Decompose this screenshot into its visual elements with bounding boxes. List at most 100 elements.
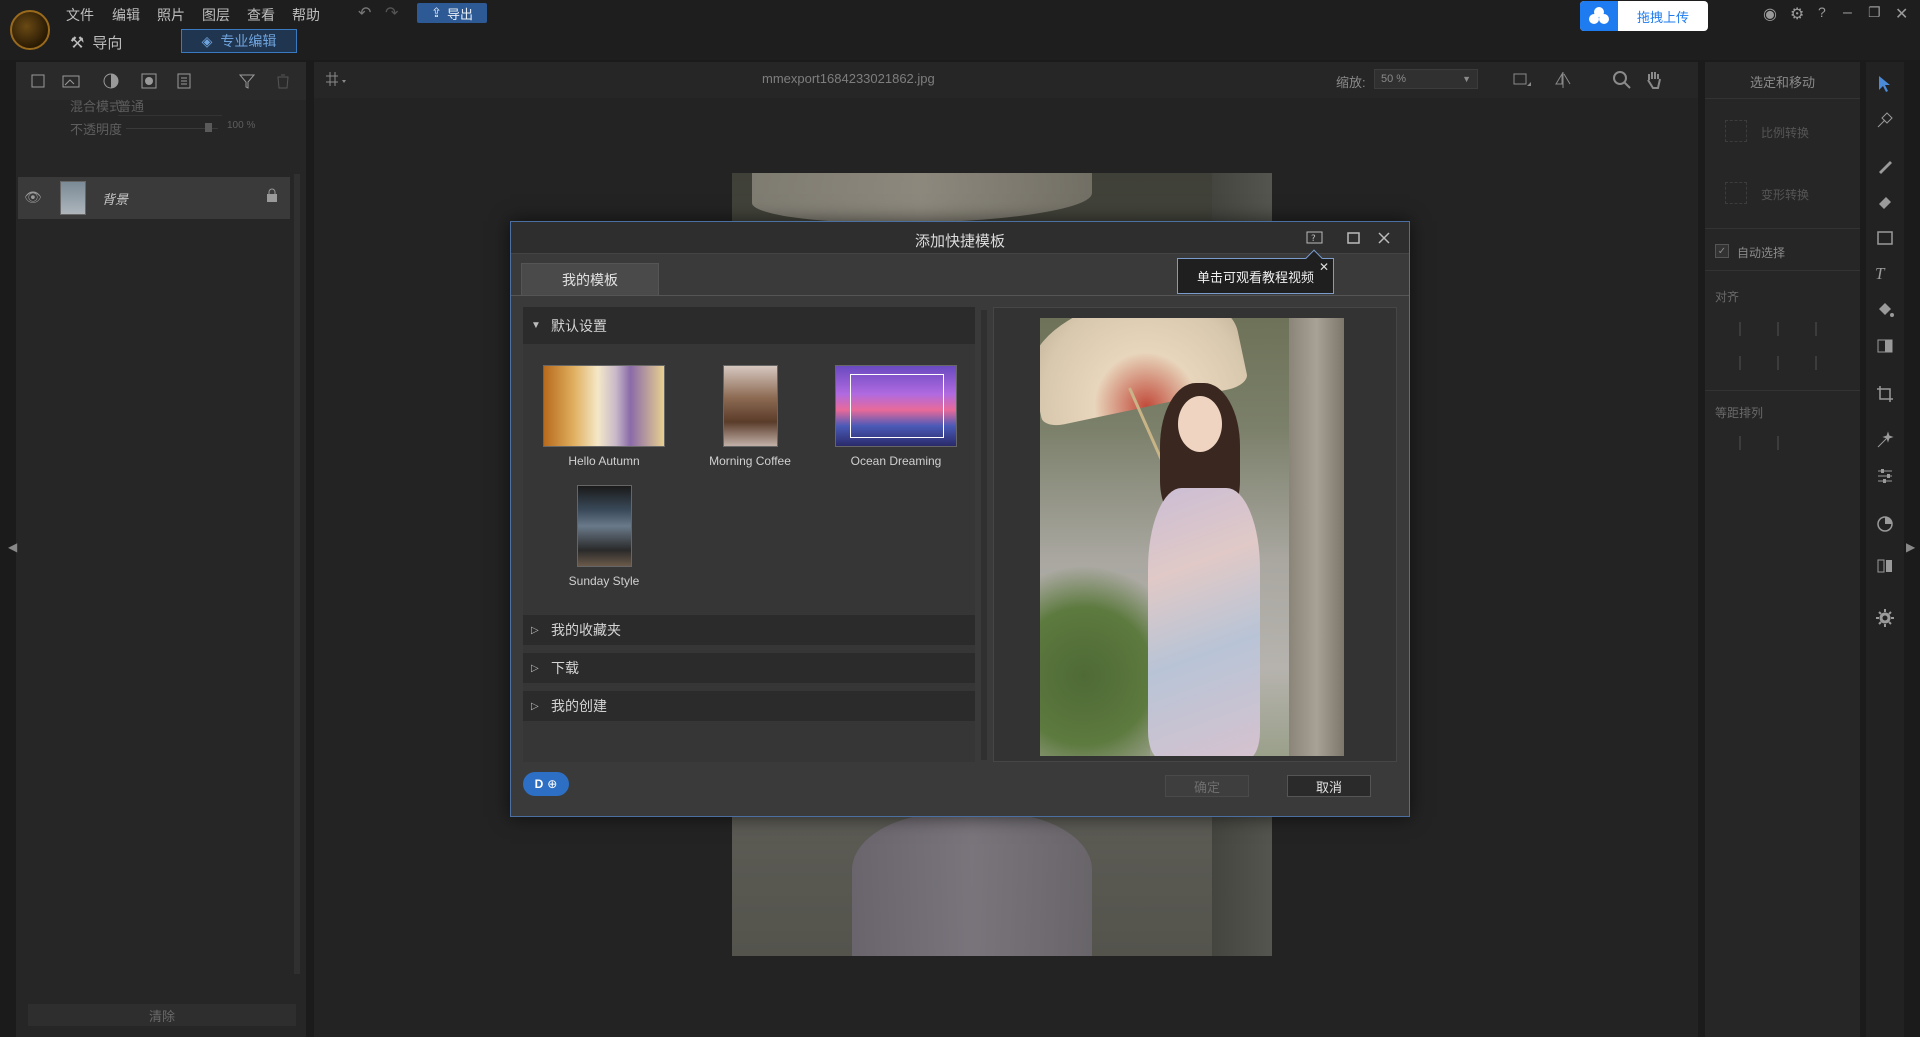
undo-icon[interactable]: ↶ <box>358 3 371 23</box>
grid-icon[interactable] <box>322 68 346 92</box>
align-middle-icon[interactable] <box>1777 356 1793 370</box>
align-right-icon[interactable] <box>1815 322 1831 336</box>
auto-select-label: 自动选择 <box>1737 246 1786 260</box>
image-layer-icon[interactable] <box>62 72 80 90</box>
lock-icon[interactable] <box>266 188 278 202</box>
close-icon[interactable] <box>1375 229 1393 247</box>
eraser-icon[interactable] <box>1875 192 1895 212</box>
fill-bucket-icon[interactable] <box>1875 300 1895 320</box>
tab-my-templates[interactable]: 我的模板 <box>521 263 659 295</box>
adjustment-layer-icon[interactable] <box>102 72 120 90</box>
rectangle-icon[interactable] <box>1875 228 1895 248</box>
panel-title: 选定和移动 <box>1749 75 1815 90</box>
collapse-right-icon[interactable]: ▶ <box>1906 540 1915 554</box>
clear-button[interactable]: 清除 <box>28 1004 296 1026</box>
minimize-icon[interactable]: – <box>1843 4 1852 22</box>
tutorial-video-icon[interactable]: ? <box>1306 229 1324 247</box>
preview-image <box>1040 318 1344 756</box>
tooltip-close-icon[interactable]: ✕ <box>1319 260 1329 274</box>
section-downloads[interactable]: ▷ 下载 <box>523 653 975 683</box>
top-bar: 文件 编辑 照片 图层 查看 帮助 ↶ ↷ ⇪ 导出 ⚒ 导向 ◈ 专业编辑 拖… <box>0 0 1920 60</box>
redo-icon[interactable]: ↷ <box>385 3 398 23</box>
export-button[interactable]: ⇪ 导出 <box>417 3 487 23</box>
restore-icon[interactable]: ❐ <box>1868 4 1881 21</box>
mode-pro-button[interactable]: ◈ 专业编辑 <box>181 29 297 53</box>
eye-icon[interactable]: 👁 <box>24 189 42 206</box>
warp-transform-button[interactable]: 变形转换 <box>1761 186 1809 203</box>
section-default[interactable]: ▼ 默认设置 <box>523 307 975 344</box>
flip-icon[interactable] <box>1552 68 1576 92</box>
help-icon[interactable]: ? <box>1818 4 1826 20</box>
filter-icon[interactable] <box>238 72 256 90</box>
file-name: mmexport1684233021862.jpg <box>762 71 935 86</box>
section-created[interactable]: ▷ 我的创建 <box>523 691 975 721</box>
tutorial-tooltip[interactable]: 单击可观看教程视频 ✕ <box>1177 249 1334 294</box>
text-tool-icon[interactable]: T <box>1875 264 1895 284</box>
hand-tool-icon[interactable] <box>1642 68 1666 92</box>
crop-icon[interactable] <box>1875 384 1895 404</box>
chevron-down-icon: ▼ <box>1462 74 1471 84</box>
blend-mode-select[interactable]: 普通 <box>118 96 222 116</box>
drag-upload-button[interactable]: 拖拽上传 <box>1580 1 1708 31</box>
menu-layer[interactable]: 图层 <box>202 5 230 25</box>
scale-transform-button[interactable]: 比例转换 <box>1761 124 1809 141</box>
opacity-label: 不透明度 <box>70 122 123 137</box>
distribute-vertical-icon[interactable] <box>1777 436 1793 450</box>
template-label: Hello Autumn <box>568 454 640 468</box>
zoom-tool-icon[interactable] <box>1610 68 1634 92</box>
distribute-horizontal-icon[interactable] <box>1739 436 1755 450</box>
ok-button[interactable]: 确定 <box>1165 775 1249 797</box>
menu-file[interactable]: 文件 <box>66 5 94 25</box>
rotate-icon[interactable] <box>1510 68 1534 92</box>
mirror-icon[interactable] <box>1875 556 1895 576</box>
tool-settings-icon[interactable] <box>1875 608 1895 628</box>
gradient-icon[interactable] <box>1875 336 1895 356</box>
close-app-icon[interactable]: ✕ <box>1895 4 1908 24</box>
align-center-icon[interactable] <box>1777 322 1793 336</box>
template-list: ▼ 默认设置 Hello Autumn Morning Coffee Ocean… <box>523 307 975 762</box>
menu-photo[interactable]: 照片 <box>157 5 185 25</box>
template-import-button[interactable]: D ⊕ <box>523 772 569 796</box>
collapse-left-icon[interactable]: ◀ <box>8 540 17 554</box>
selection-brush-icon[interactable] <box>1875 110 1895 130</box>
cancel-button[interactable]: 取消 <box>1287 775 1371 797</box>
scale-transform-icon[interactable] <box>1725 120 1747 142</box>
user-icon[interactable]: ◉ <box>1763 4 1777 24</box>
align-left-icon[interactable] <box>1739 322 1755 336</box>
auto-select-checkbox[interactable]: ✓ <box>1715 244 1729 258</box>
template-sunday-style[interactable]: Sunday Style <box>539 485 669 588</box>
menu-help[interactable]: 帮助 <box>292 5 320 25</box>
align-top-icon[interactable] <box>1739 356 1755 370</box>
settings-icon[interactable]: ⚙ <box>1790 4 1804 24</box>
export-icon: ⇪ <box>431 5 442 20</box>
zoom-select[interactable]: 50 % ▼ <box>1374 69 1478 89</box>
move-tool-icon[interactable] <box>1875 74 1895 94</box>
color-adjust-icon[interactable] <box>1875 514 1895 534</box>
layer-menu-icon[interactable] <box>176 72 194 90</box>
align-bottom-icon[interactable] <box>1815 356 1831 370</box>
brush-icon[interactable] <box>1875 156 1895 176</box>
tooltip-text: 单击可观看教程视频 <box>1196 269 1314 285</box>
export-label: 导出 <box>446 6 473 22</box>
template-hello-autumn[interactable]: Hello Autumn <box>539 365 669 468</box>
layer-row[interactable]: 👁 背景 <box>18 177 290 219</box>
opacity-slider-handle[interactable] <box>205 123 212 132</box>
magic-fix-icon[interactable] <box>1875 430 1895 450</box>
template-thumbnail <box>722 365 778 447</box>
layers-scrollbar[interactable] <box>294 174 300 974</box>
trash-icon[interactable] <box>274 72 292 90</box>
section-favorites[interactable]: ▷ 我的收藏夹 <box>523 615 975 645</box>
mode-guide-button[interactable]: ⚒ 导向 <box>70 32 122 53</box>
maximize-icon[interactable] <box>1345 229 1363 247</box>
zoom-value: 50 % <box>1381 73 1407 85</box>
layers-icon: ◈ <box>201 32 213 49</box>
template-list-scrollbar[interactable] <box>981 310 987 760</box>
new-layer-icon[interactable] <box>30 72 48 90</box>
template-morning-coffee[interactable]: Morning Coffee <box>685 365 815 468</box>
warp-transform-icon[interactable] <box>1725 182 1747 204</box>
mask-icon[interactable] <box>140 72 158 90</box>
menu-view[interactable]: 查看 <box>247 5 275 25</box>
adjust-sliders-icon[interactable] <box>1875 466 1895 486</box>
template-ocean-dreaming[interactable]: Ocean Dreaming <box>831 365 961 468</box>
menu-edit[interactable]: 编辑 <box>112 5 140 25</box>
